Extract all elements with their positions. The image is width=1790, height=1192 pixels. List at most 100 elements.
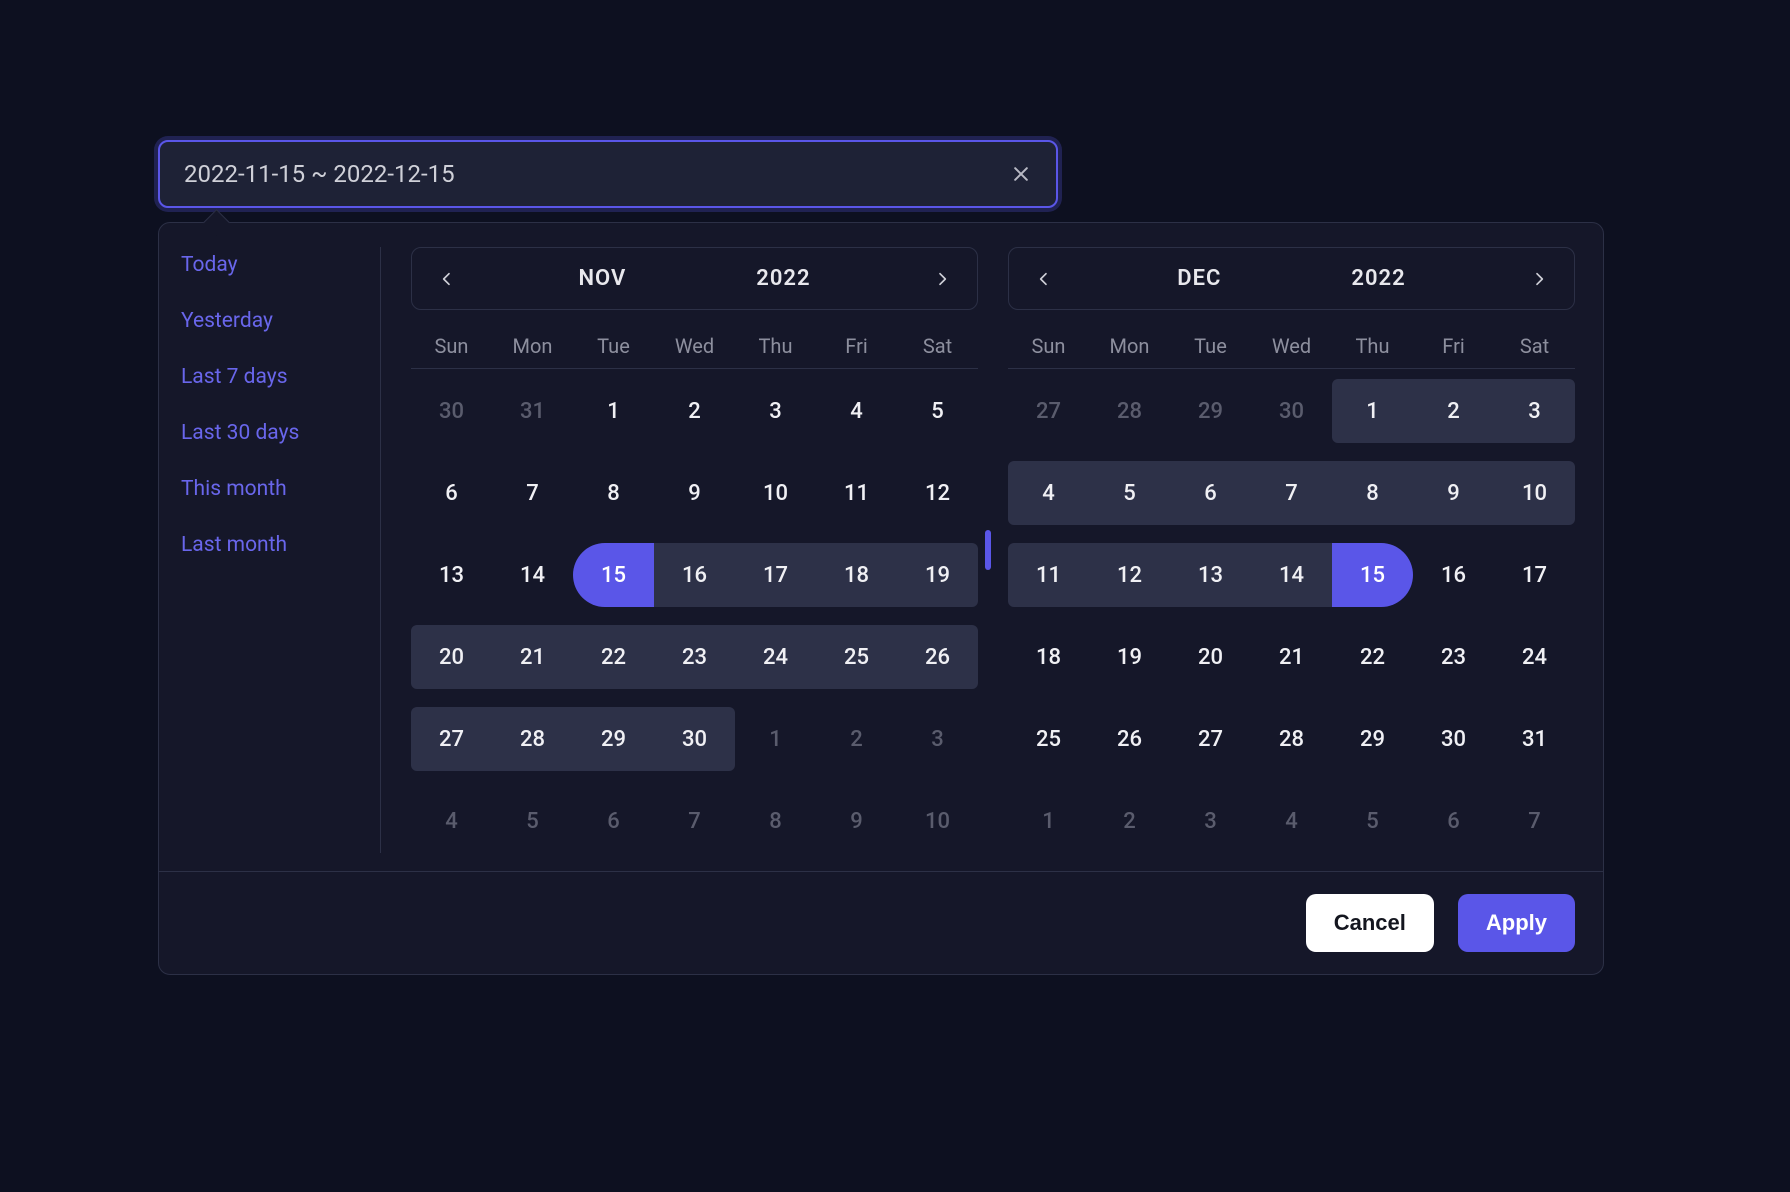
shortcut-item[interactable]: This month: [181, 477, 364, 501]
calendar-day[interactable]: 28: [1089, 379, 1170, 443]
prev-month-icon[interactable]: [1033, 268, 1055, 290]
calendar-day[interactable]: 6: [1170, 461, 1251, 525]
calendar-day[interactable]: 27: [1008, 379, 1089, 443]
calendar-day[interactable]: 13: [1170, 543, 1251, 607]
calendar-day[interactable]: 10: [897, 789, 978, 853]
calendar-day[interactable]: 12: [1089, 543, 1170, 607]
calendar-left-year[interactable]: 2022: [756, 266, 810, 291]
calendar-day[interactable]: 9: [816, 789, 897, 853]
calendar-day[interactable]: 18: [1008, 625, 1089, 689]
shortcut-item[interactable]: Last month: [181, 533, 364, 557]
calendar-day[interactable]: 8: [1332, 461, 1413, 525]
calendar-day[interactable]: 17: [1494, 543, 1575, 607]
calendar-day[interactable]: 19: [897, 543, 978, 607]
calendar-day[interactable]: 23: [654, 625, 735, 689]
calendar-day[interactable]: 9: [654, 461, 735, 525]
date-range-input[interactable]: 2022-11-15 ~ 2022-12-15: [158, 140, 1058, 208]
calendar-day[interactable]: 27: [411, 707, 492, 771]
next-month-icon[interactable]: [1528, 268, 1550, 290]
calendar-day[interactable]: 28: [1251, 707, 1332, 771]
calendar-day[interactable]: 25: [816, 625, 897, 689]
calendar-day[interactable]: 5: [492, 789, 573, 853]
calendar-day[interactable]: 30: [1413, 707, 1494, 771]
calendar-day[interactable]: 15: [573, 543, 654, 607]
calendar-day[interactable]: 29: [573, 707, 654, 771]
calendar-day[interactable]: 7: [1251, 461, 1332, 525]
calendar-day[interactable]: 25: [1008, 707, 1089, 771]
cancel-button[interactable]: Cancel: [1306, 894, 1434, 952]
calendar-day[interactable]: 11: [816, 461, 897, 525]
apply-button[interactable]: Apply: [1458, 894, 1575, 952]
calendar-day[interactable]: 14: [1251, 543, 1332, 607]
calendar-day[interactable]: 24: [735, 625, 816, 689]
calendar-day[interactable]: 24: [1494, 625, 1575, 689]
calendar-day[interactable]: 17: [735, 543, 816, 607]
calendar-left-month[interactable]: NOV: [578, 266, 626, 291]
calendar-day[interactable]: 2: [816, 707, 897, 771]
calendar-day[interactable]: 26: [897, 625, 978, 689]
calendar-day[interactable]: 30: [654, 707, 735, 771]
calendar-day[interactable]: 31: [492, 379, 573, 443]
calendar-day[interactable]: 1: [1008, 789, 1089, 853]
calendar-day[interactable]: 6: [411, 461, 492, 525]
calendar-day[interactable]: 1: [1332, 379, 1413, 443]
calendar-day[interactable]: 22: [573, 625, 654, 689]
calendar-day[interactable]: 28: [492, 707, 573, 771]
calendar-day[interactable]: 11: [1008, 543, 1089, 607]
calendar-day[interactable]: 6: [1413, 789, 1494, 853]
clear-icon[interactable]: [1010, 163, 1032, 185]
calendar-day[interactable]: 5: [1089, 461, 1170, 525]
range-divider-handle[interactable]: [985, 530, 991, 570]
calendar-day[interactable]: 7: [492, 461, 573, 525]
calendar-day[interactable]: 29: [1332, 707, 1413, 771]
calendar-day[interactable]: 30: [411, 379, 492, 443]
prev-month-icon[interactable]: [436, 268, 458, 290]
calendar-day[interactable]: 23: [1413, 625, 1494, 689]
calendar-day[interactable]: 3: [897, 707, 978, 771]
shortcut-item[interactable]: Last 7 days: [181, 365, 364, 389]
calendar-right-year[interactable]: 2022: [1351, 266, 1405, 291]
calendar-day[interactable]: 22: [1332, 625, 1413, 689]
calendar-day[interactable]: 6: [573, 789, 654, 853]
calendar-day[interactable]: 4: [411, 789, 492, 853]
calendar-day[interactable]: 4: [1008, 461, 1089, 525]
shortcut-item[interactable]: Today: [181, 253, 364, 277]
calendar-day[interactable]: 21: [1251, 625, 1332, 689]
calendar-day[interactable]: 5: [897, 379, 978, 443]
calendar-day[interactable]: 9: [1413, 461, 1494, 525]
calendar-day[interactable]: 16: [654, 543, 735, 607]
calendar-day[interactable]: 13: [411, 543, 492, 607]
shortcut-item[interactable]: Yesterday: [181, 309, 364, 333]
calendar-day[interactable]: 2: [654, 379, 735, 443]
calendar-day[interactable]: 2: [1413, 379, 1494, 443]
calendar-day[interactable]: 8: [735, 789, 816, 853]
calendar-day[interactable]: 2: [1089, 789, 1170, 853]
calendar-day[interactable]: 5: [1332, 789, 1413, 853]
shortcut-item[interactable]: Last 30 days: [181, 421, 364, 445]
calendar-day[interactable]: 3: [1494, 379, 1575, 443]
calendar-day[interactable]: 19: [1089, 625, 1170, 689]
calendar-day[interactable]: 3: [1170, 789, 1251, 853]
calendar-day[interactable]: 30: [1251, 379, 1332, 443]
calendar-day[interactable]: 27: [1170, 707, 1251, 771]
next-month-icon[interactable]: [931, 268, 953, 290]
calendar-day[interactable]: 12: [897, 461, 978, 525]
calendar-day[interactable]: 31: [1494, 707, 1575, 771]
calendar-day[interactable]: 18: [816, 543, 897, 607]
calendar-day[interactable]: 7: [654, 789, 735, 853]
calendar-day[interactable]: 20: [411, 625, 492, 689]
calendar-day[interactable]: 10: [1494, 461, 1575, 525]
calendar-day[interactable]: 4: [816, 379, 897, 443]
calendar-day[interactable]: 20: [1170, 625, 1251, 689]
calendar-day[interactable]: 10: [735, 461, 816, 525]
calendar-right-month[interactable]: DEC: [1177, 266, 1221, 291]
calendar-day[interactable]: 26: [1089, 707, 1170, 771]
calendar-day[interactable]: 29: [1170, 379, 1251, 443]
calendar-day[interactable]: 7: [1494, 789, 1575, 853]
calendar-day[interactable]: 15: [1332, 543, 1413, 607]
calendar-day[interactable]: 3: [735, 379, 816, 443]
calendar-day[interactable]: 1: [735, 707, 816, 771]
calendar-day[interactable]: 14: [492, 543, 573, 607]
calendar-day[interactable]: 21: [492, 625, 573, 689]
calendar-day[interactable]: 1: [573, 379, 654, 443]
